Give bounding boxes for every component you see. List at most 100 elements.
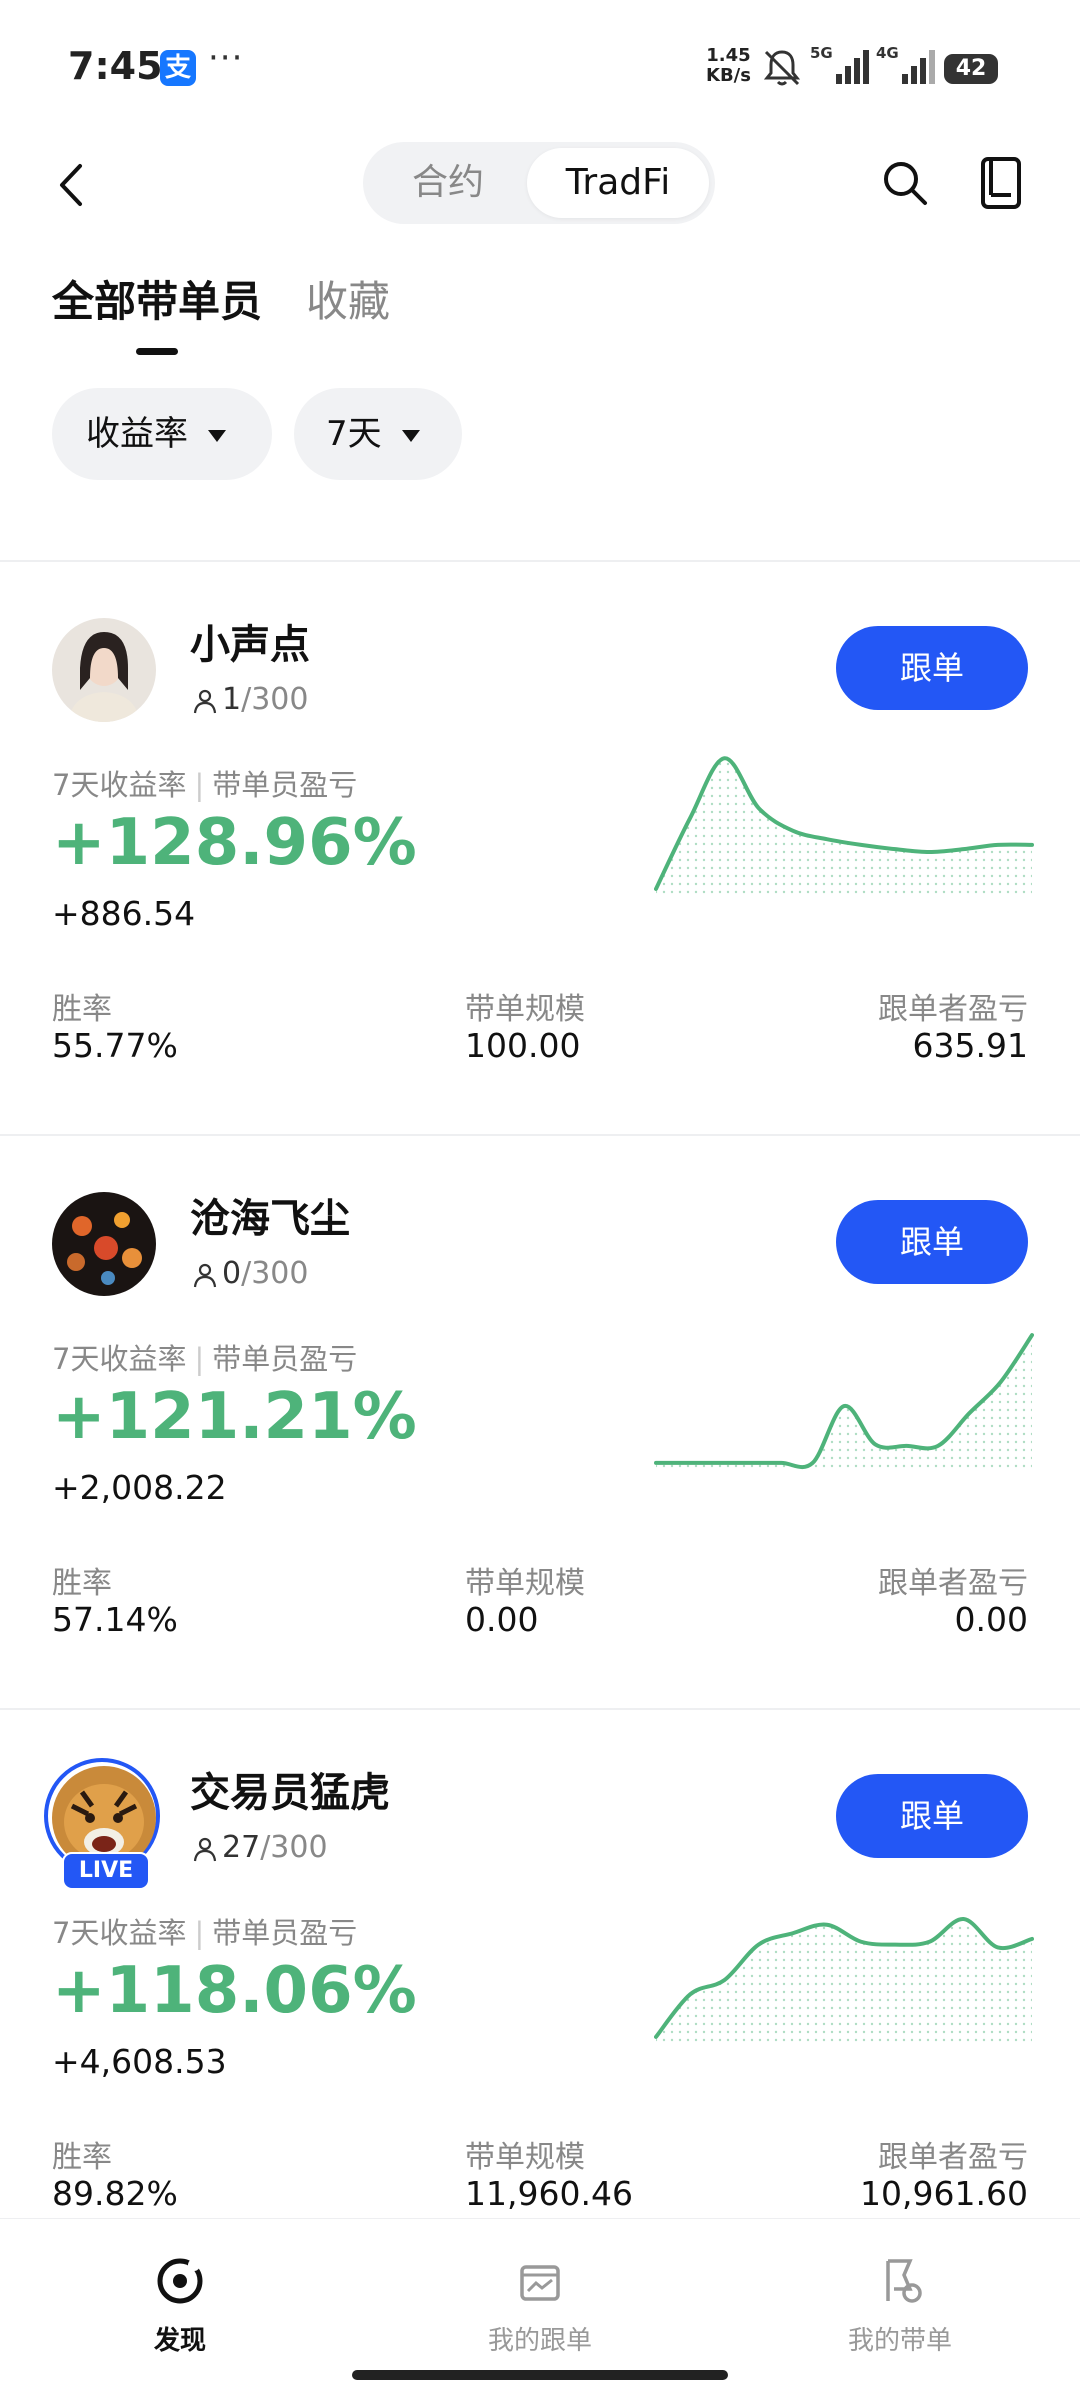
copy-trade-button[interactable]: 跟单 (836, 626, 1028, 710)
avatar (52, 1192, 156, 1296)
period-filter-dropdown[interactable]: 7天 (294, 388, 462, 480)
trader-card[interactable]: LIVE 交易员猛虎 27/300 跟单 7天收益率 | 带单员盈亏 +118.06… (0, 1708, 1080, 2282)
nav-my-copy-trades[interactable]: 我的跟单 (440, 2255, 640, 2357)
followers-max: /300 (241, 682, 309, 717)
tab-all-traders[interactable]: 全部带单员 (52, 268, 262, 329)
trader-card[interactable]: 小声点 1/300 跟单 7天收益率 | 带单员盈亏 +128.96% +886.5… (0, 560, 1080, 1134)
follower-pnl-label: 跟单者盈亏 (878, 2140, 1028, 2175)
caret-down-icon (401, 429, 420, 442)
sort-filter-dropdown[interactable]: 收益率 (52, 388, 272, 480)
back-arrow-icon[interactable] (50, 160, 90, 210)
pnl-value: +4,608.53 (52, 2042, 227, 2081)
scale-value: 100.00 (465, 1026, 581, 1065)
home-indicator[interactable] (352, 2370, 728, 2380)
nav-discover-label: 发现 (153, 2326, 206, 2356)
follower-pnl-label: 跟单者盈亏 (878, 1566, 1028, 1601)
flag-badge-icon (886, 2259, 922, 2303)
roi-value: +118.06% (52, 1954, 417, 2028)
follower-pnl-label: 跟单者盈亏 (878, 992, 1028, 1027)
roi-sparkline (654, 756, 1034, 896)
market-segment-switch: 合约 TradFi (363, 142, 715, 224)
sparkline-area (656, 758, 1032, 896)
label-separator: | (194, 1342, 205, 1376)
guide-book-icon[interactable] (978, 156, 1024, 210)
trader-name[interactable]: 小声点 (190, 612, 310, 670)
follower-count: 0/300 (192, 1256, 308, 1291)
pnl-value: +886.54 (52, 894, 196, 933)
signal-4g-label: 4G (876, 44, 899, 62)
win-rate-label: 胜率 (52, 1566, 112, 1601)
discover-icon (157, 2258, 203, 2304)
nav-my-copy-trades-label: 我的跟单 (487, 2326, 592, 2356)
user-icon (193, 1837, 217, 1861)
followers-max: /300 (241, 1256, 309, 1291)
sort-filter-label: 收益率 (86, 414, 188, 454)
followers-current: 0 (222, 1256, 242, 1291)
follower-pnl-value: 10,961.60 (860, 2174, 1028, 2213)
search-icon[interactable] (880, 158, 930, 208)
trader-name[interactable]: 沧海飞尘 (190, 1186, 350, 1244)
segment-tradfi[interactable]: TradFi (527, 148, 709, 218)
caret-down-icon (208, 429, 226, 442)
mute-bell-icon (763, 50, 801, 86)
win-rate-value: 57.14% (52, 1600, 178, 1639)
active-tab-indicator (136, 348, 178, 355)
followers-max: /300 (260, 1830, 328, 1865)
status-time: 7:45 (68, 44, 163, 88)
user-icon (193, 689, 217, 713)
pnl-label: 带单员盈亏 (212, 768, 358, 802)
roi-label: 7天收益率 (52, 1916, 187, 1950)
sparkline-area (656, 1335, 1032, 1470)
label-separator: | (194, 768, 205, 802)
chart-box-icon (520, 2265, 560, 2301)
pnl-value: +2,008.22 (52, 1468, 227, 1507)
roi-label: 7天收益率 (52, 768, 187, 802)
roi-sparkline (654, 1917, 1034, 2044)
trader-card[interactable]: 沧海飞尘 0/300 跟单 7天收益率 | 带单员盈亏 +121.21% +2,00… (0, 1134, 1080, 1708)
roi-label-row: 7天收益率 | 带单员盈亏 (52, 762, 357, 804)
nav-my-lead-trades[interactable]: 我的带单 (800, 2255, 1000, 2357)
network-speed: 1.45 KB/s (706, 46, 751, 86)
avatar (52, 618, 156, 722)
win-rate-value: 55.77% (52, 1026, 178, 1065)
trader-name[interactable]: 交易员猛虎 (190, 1760, 390, 1818)
segment-contract[interactable]: 合约 (373, 148, 523, 218)
follower-count: 1/300 (192, 682, 308, 717)
alipay-notification-icon: 支 (160, 50, 196, 86)
period-filter-label: 7天 (326, 414, 382, 454)
status-bar: 7:45 支 ··· 1.45 KB/s 5G 4G 42 (0, 0, 1080, 140)
more-notifications-icon: ··· (208, 38, 244, 78)
roi-label: 7天收益率 (52, 1342, 187, 1376)
roi-value: +128.96% (52, 806, 417, 880)
pnl-label: 带单员盈亏 (212, 1342, 358, 1376)
copy-trade-button[interactable]: 跟单 (836, 1774, 1028, 1858)
scale-label: 带单规模 (465, 2140, 585, 2175)
followers-current: 1 (222, 682, 242, 717)
net-speed-value: 1.45 (706, 45, 751, 66)
win-rate-value: 89.82% (52, 2174, 178, 2213)
scale-value: 11,960.46 (465, 2174, 633, 2213)
roi-label-row: 7天收益率 | 带单员盈亏 (52, 1910, 357, 1952)
nav-discover[interactable]: 发现 (80, 2255, 280, 2357)
battery-indicator: 42 (944, 54, 998, 84)
user-icon (193, 1263, 217, 1287)
follower-pnl-value: 635.91 (912, 1026, 1028, 1065)
roi-sparkline (654, 1333, 1034, 1470)
label-separator: | (194, 1916, 205, 1950)
scale-label: 带单规模 (465, 992, 585, 1027)
scale-label: 带单规模 (465, 1566, 585, 1601)
follower-count: 27/300 (192, 1830, 328, 1865)
signal-4g-icon: 4G (876, 44, 935, 84)
copy-trade-button[interactable]: 跟单 (836, 1200, 1028, 1284)
win-rate-label: 胜率 (52, 2140, 112, 2175)
tab-favorites[interactable]: 收藏 (306, 268, 390, 329)
nav-my-lead-trades-label: 我的带单 (847, 2326, 952, 2356)
pnl-label: 带单员盈亏 (212, 1916, 358, 1950)
scale-value: 0.00 (465, 1600, 539, 1639)
signal-5g-icon: 5G (810, 44, 869, 84)
win-rate-label: 胜率 (52, 992, 112, 1027)
roi-value: +121.21% (52, 1380, 417, 1454)
roi-label-row: 7天收益率 | 带单员盈亏 (52, 1336, 357, 1378)
live-badge: LIVE (62, 1852, 150, 1890)
follower-pnl-value: 0.00 (954, 1600, 1028, 1639)
